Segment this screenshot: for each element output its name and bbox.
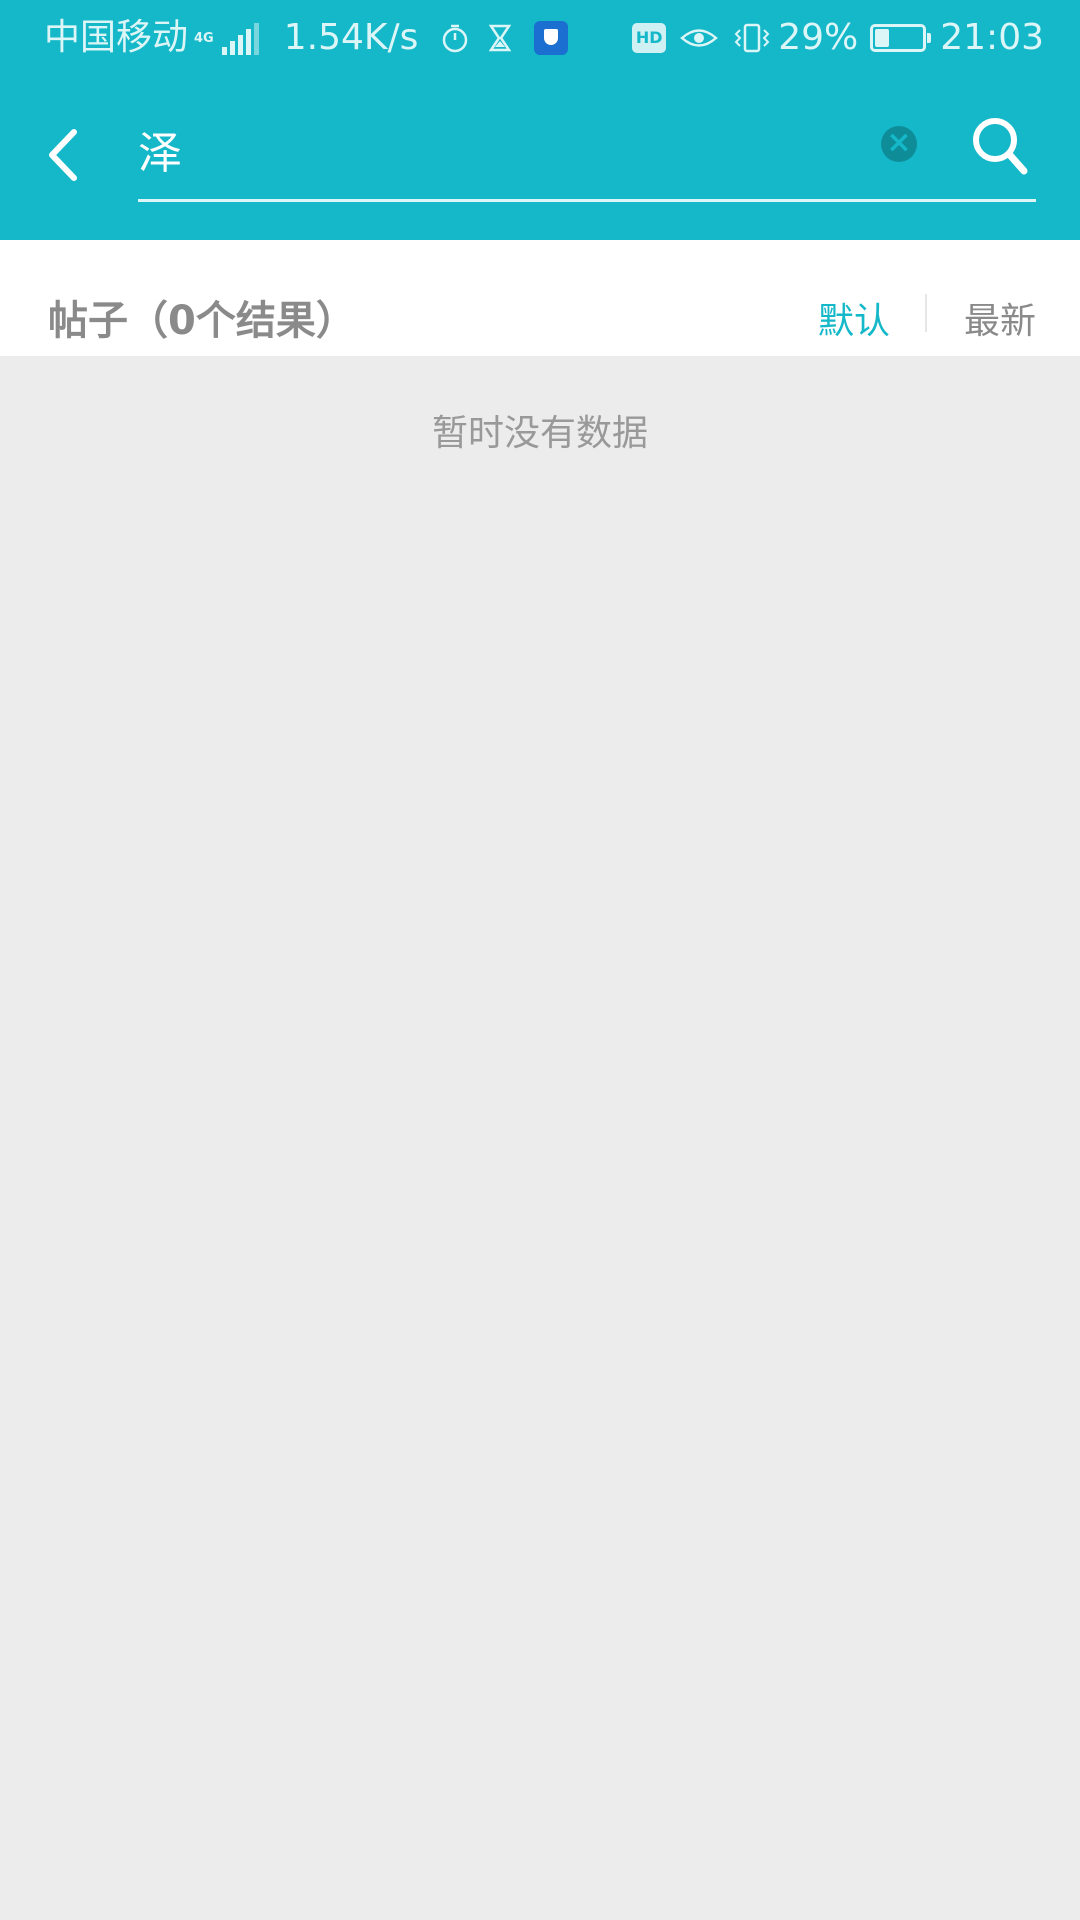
search-button[interactable] [970,115,1030,177]
sort-default-tab[interactable]: 默认 [818,292,890,344]
battery-icon [870,24,932,52]
search-query: 泽 [138,128,182,179]
clear-search-button[interactable]: × [881,126,917,162]
status-bar: 中国移动 4G 1.54K/s HD 29% 21:03 [0,0,1080,76]
eye-icon [680,29,719,47]
back-arrow-icon [49,129,77,181]
network-speed: 1.54K/s [283,17,419,58]
top-app-bar: 中国移动 4G 1.54K/s HD 29% 21:03 泽 × [0,0,1080,240]
stopwatch-icon [443,24,468,53]
sort-divider [925,294,927,332]
results-title: 帖子（0个结果） [48,298,356,344]
hourglass-icon [489,24,512,52]
carrier-name: 中国移动 [44,17,189,58]
back-button[interactable] [38,120,98,190]
battery-percent: 29% [778,17,859,58]
hd-icon: HD [632,23,667,53]
sort-newest-tab[interactable]: 最新 [964,292,1036,344]
empty-state-message: 暂时没有数据 [431,413,648,454]
signal-icon [221,21,262,55]
search-icon [973,118,1028,175]
shield-icon [534,21,569,55]
vibrate-icon [734,23,770,53]
network-type: 4G [194,30,214,46]
clock: 21:03 [940,17,1044,58]
results-header: 帖子（0个结果） 默认 最新 [0,240,1080,356]
search-input[interactable]: 泽 × [138,112,1036,202]
